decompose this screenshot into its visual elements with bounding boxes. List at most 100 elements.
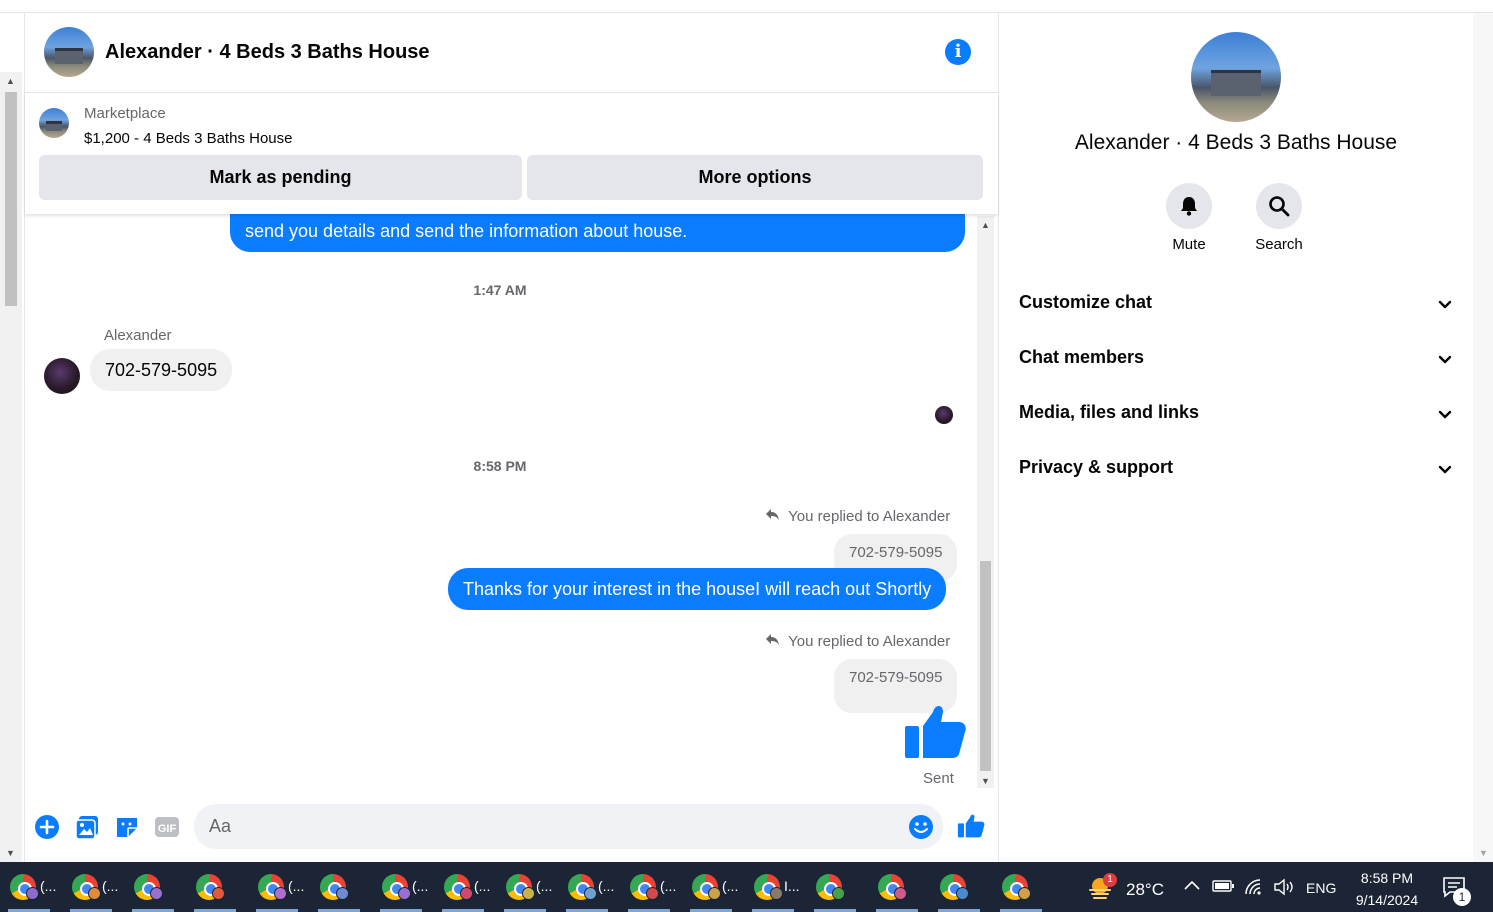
reply-arrow-icon — [765, 633, 784, 650]
bell-icon[interactable] — [1166, 183, 1212, 229]
taskbar-app-chrome[interactable]: (... — [374, 862, 428, 912]
taskbar-app-chrome[interactable]: (... — [560, 862, 614, 912]
profile-title: Alexander · 4 Beds 3 Baths House — [1074, 131, 1398, 154]
taskbar-app-chrome[interactable] — [808, 862, 862, 912]
mute-button[interactable]: Mute — [1144, 183, 1234, 253]
windows-taskbar: (... (... (... (... (... (... (... (... (... I...… — [0, 862, 1493, 912]
taskbar-app-chrome[interactable]: (... — [684, 862, 738, 912]
sticker-icon[interactable] — [114, 814, 140, 840]
reply-indicator-label: You replied to Alexander — [788, 508, 951, 525]
notification-center[interactable]: 1 — [1442, 876, 1474, 906]
taskbar-app-chrome[interactable] — [994, 862, 1048, 912]
photo-icon[interactable] — [74, 814, 100, 840]
more-options-button[interactable]: More options — [527, 155, 983, 200]
info-icon[interactable]: i — [945, 39, 971, 65]
section-media-files-links[interactable]: Media, files and links — [1019, 402, 1453, 442]
wifi-icon[interactable] — [1244, 878, 1266, 898]
page-scrollbar-thumb[interactable] — [5, 92, 17, 306]
taskbar-app-chrome[interactable]: (... — [622, 862, 676, 912]
reply-arrow-icon — [765, 508, 784, 525]
profile-badge-icon — [150, 887, 163, 900]
search-button[interactable]: Search — [1234, 183, 1324, 253]
profile-badge-icon — [212, 887, 225, 900]
taskbar-app-chrome[interactable]: I... — [746, 862, 800, 912]
profile-badge-icon — [770, 887, 783, 900]
chevron-up-icon — [1184, 880, 1200, 890]
volume-icon[interactable] — [1273, 878, 1297, 898]
search-icon[interactable] — [1256, 183, 1302, 229]
clock-date: 9/14/2024 — [1355, 892, 1419, 908]
listing-thumbnail[interactable] — [39, 108, 69, 138]
taskbar-app-chrome[interactable] — [312, 862, 366, 912]
conversation-avatar[interactable] — [44, 27, 94, 77]
taskbar-app-chrome[interactable]: (... — [2, 862, 56, 912]
section-label: Privacy & support — [1019, 457, 1174, 477]
section-customize-chat[interactable]: Customize chat — [1019, 292, 1453, 332]
temperature: 28°C — [1126, 880, 1164, 899]
profile-badge-icon — [522, 887, 535, 900]
profile-badge-icon — [646, 887, 659, 900]
plus-icon[interactable] — [34, 814, 60, 840]
section-label: Chat members — [1019, 347, 1145, 367]
profile-avatar[interactable] — [1191, 32, 1281, 122]
emoji-icon[interactable] — [908, 814, 934, 840]
taskbar-app-label: (... — [40, 878, 57, 894]
chat-scrollbar-thumb[interactable] — [980, 561, 991, 771]
chevron-down-icon — [1437, 351, 1453, 372]
profile-badge-icon — [398, 887, 411, 900]
scroll-down-arrow[interactable]: ▼ — [6, 848, 15, 858]
chat-scrollbar[interactable]: ▲ ▼ — [977, 216, 994, 788]
send-like-icon[interactable] — [957, 812, 985, 840]
conversation-info-panel: Alexander · 4 Beds 3 Baths House Mute Se… — [999, 13, 1473, 862]
page-scrollbar[interactable]: ▲ ▼ — [0, 72, 22, 862]
taskbar-app-label: (... — [474, 878, 491, 894]
taskbar-app-label: (... — [598, 878, 615, 894]
taskbar-app-chrome[interactable] — [126, 862, 180, 912]
message-input[interactable] — [194, 804, 943, 849]
sender-name: Alexander — [104, 327, 172, 344]
taskbar-app-chrome[interactable]: (... — [64, 862, 118, 912]
read-receipt-avatar — [935, 406, 953, 424]
listing-title[interactable]: $1,200 - 4 Beds 3 Baths House — [84, 130, 292, 147]
taskbar-app-chrome[interactable]: (... — [436, 862, 490, 912]
gif-icon[interactable]: GIF — [154, 814, 180, 840]
chat-scroll-down-arrow[interactable]: ▼ — [981, 776, 990, 786]
section-chat-members[interactable]: Chat members — [1019, 347, 1453, 387]
profile-badge-icon — [956, 887, 969, 900]
taskbar-app-chrome[interactable]: (... — [498, 862, 552, 912]
chevron-down-icon — [1437, 461, 1453, 482]
language-indicator[interactable]: ENG — [1306, 880, 1336, 912]
chat-panel: Alexander · 4 Beds 3 Baths House i Marke… — [24, 13, 999, 862]
outgoing-message[interactable]: Thanks for your interest in the houseI w… — [448, 568, 947, 610]
taskbar-app-chrome[interactable] — [932, 862, 986, 912]
show-hidden-icons[interactable] — [1183, 878, 1201, 898]
outgoing-message[interactable]: send you details and send the informatio… — [230, 214, 965, 252]
mark-as-pending-button[interactable]: Mark as pending — [39, 155, 522, 200]
like-thumbs-up-icon[interactable] — [903, 700, 967, 764]
browser-top-edge — [0, 0, 1493, 13]
section-privacy-support[interactable]: Privacy & support — [1019, 457, 1453, 497]
right-scroll-down-arrow[interactable]: ▼ — [1479, 848, 1488, 858]
chevron-down-icon — [1437, 406, 1453, 427]
chat-scroll-up-arrow[interactable]: ▲ — [981, 220, 990, 230]
profile-badge-icon — [336, 887, 349, 900]
clock[interactable]: 8:58 PM 9/14/2024 — [1352, 867, 1422, 912]
profile-badge-icon — [460, 887, 473, 900]
incoming-message[interactable]: 702-579-5095 — [90, 349, 233, 391]
conversation-title[interactable]: Alexander · 4 Beds 3 Baths House — [105, 41, 430, 64]
timestamp: 8:58 PM — [473, 458, 527, 474]
profile-badge-icon — [274, 887, 287, 900]
taskbar-app-chrome[interactable]: (... — [250, 862, 304, 912]
taskbar-app-label: I... — [784, 878, 800, 894]
chevron-down-icon — [1437, 296, 1453, 317]
battery-icon[interactable] — [1212, 878, 1236, 898]
scroll-up-arrow[interactable]: ▲ — [6, 76, 15, 86]
taskbar-app-chrome[interactable] — [870, 862, 924, 912]
section-label: Customize chat — [1019, 292, 1153, 312]
right-scrollbar[interactable]: ▼ — [1473, 13, 1493, 862]
profile-badge-icon — [894, 887, 907, 900]
taskbar-app-label: (... — [288, 878, 305, 894]
clock-time: 8:58 PM — [1360, 870, 1414, 886]
sender-avatar[interactable] — [44, 358, 80, 394]
taskbar-app-chrome[interactable] — [188, 862, 242, 912]
